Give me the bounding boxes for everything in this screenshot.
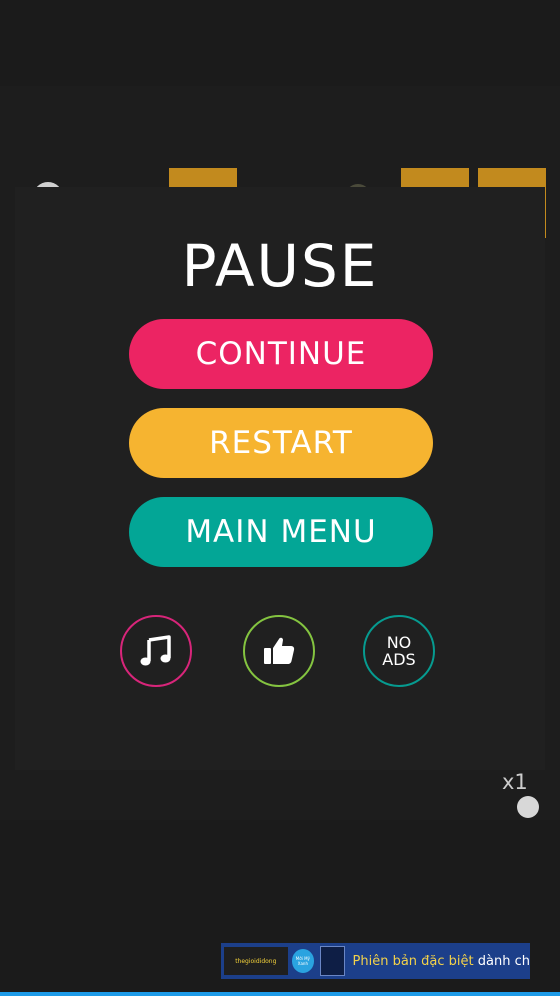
main-menu-button[interactable]: MAIN MENU	[129, 497, 433, 567]
continue-button[interactable]: CONTINUE	[129, 319, 433, 389]
ad-brand-logo: thegioididong	[224, 947, 288, 975]
no-ads-line2: ADS	[382, 650, 416, 669]
music-toggle-button[interactable]	[120, 615, 192, 687]
music-note-icon	[140, 635, 171, 666]
like-button[interactable]	[243, 615, 315, 687]
ad-banner[interactable]: thegioididong Mới Mỹ Xanh Phiên bản đặc …	[221, 943, 530, 979]
no-ads-button[interactable]: NO ADS	[363, 615, 435, 687]
ad-badge: Mới Mỹ Xanh	[291, 949, 315, 973]
ad-headline-yellow: Phiên bản đặc biệt	[352, 953, 474, 969]
score-multiplier: x1	[502, 770, 528, 794]
ad-phone-image	[320, 946, 345, 976]
no-ads-line1: NO	[386, 633, 412, 652]
restart-button[interactable]: RESTART	[129, 408, 433, 478]
bottom-accent-bar	[0, 992, 560, 996]
game-screen: PAUSE CONTINUE RESTART MAIN MENU NO ADS …	[0, 0, 560, 996]
ball-indicator	[517, 796, 539, 818]
no-ads-label: NO ADS	[382, 634, 415, 668]
ad-headline-white: dành ch	[477, 953, 530, 969]
pause-title: PAUSE	[181, 232, 379, 300]
thumbs-up-icon	[264, 637, 295, 664]
ad-headline: Phiên bản đặc biệt dành ch	[353, 954, 530, 969]
